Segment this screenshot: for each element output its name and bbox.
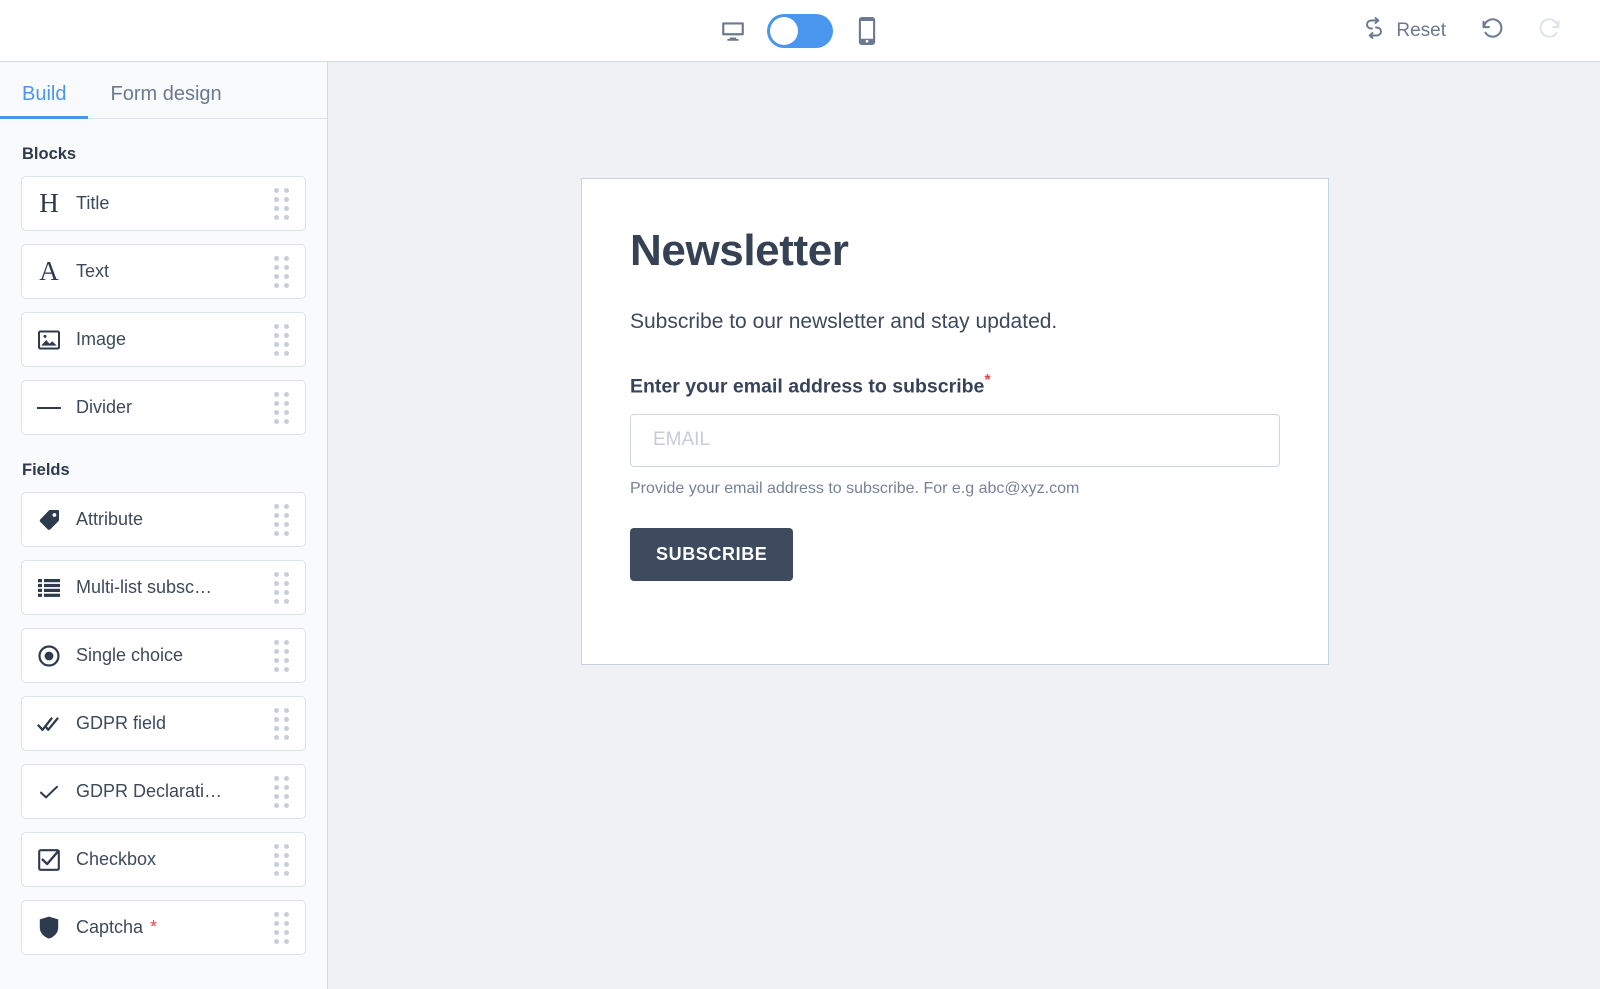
form-preview-canvas: Newsletter Subscribe to our newsletter a… <box>328 62 1600 989</box>
field-item-attribute[interactable]: Attribute <box>21 492 306 547</box>
check-icon <box>22 784 76 800</box>
email-field-label-text: Enter your email address to subscribe <box>630 375 985 398</box>
block-item-label: Text <box>76 261 110 281</box>
subscribe-button[interactable]: SUBSCRIBE <box>630 527 794 581</box>
image-picture-icon <box>22 330 76 350</box>
undo-button[interactable] <box>1470 12 1514 50</box>
email-help-text: Provide your email address to subscribe.… <box>630 479 1080 497</box>
field-item-label: Captcha <box>76 917 144 937</box>
field-item-gdpr-declaration[interactable]: GDPR Declarati… <box>21 764 306 819</box>
field-item-label: Multi-list subsc… <box>76 577 213 597</box>
field-item-captcha[interactable]: Captcha * <box>21 900 306 955</box>
drag-handle-icon[interactable] <box>274 707 289 740</box>
required-asterisk: * <box>984 372 991 389</box>
form-builder-app: Reset Build Form design Blocks H Title A… <box>0 0 1600 989</box>
field-item-label: Attribute <box>76 509 144 529</box>
field-item-multi-list-subscription[interactable]: Multi-list subsc… <box>21 560 306 615</box>
drag-handle-icon[interactable] <box>274 775 289 808</box>
radio-button-icon <box>22 644 76 667</box>
field-item-label: GDPR field <box>76 713 167 733</box>
drag-handle-icon[interactable] <box>274 391 289 424</box>
reset-label: Reset <box>1396 19 1446 41</box>
newsletter-form-card[interactable]: Newsletter Subscribe to our newsletter a… <box>581 178 1329 665</box>
block-item-text[interactable]: A Text <box>21 244 306 299</box>
builder-sidebar: Build Form design Blocks H Title A Text … <box>0 62 328 989</box>
double-check-icon <box>22 714 76 734</box>
email-field-label: Enter your email address to subscribe* <box>630 372 1280 399</box>
tab-build[interactable]: Build <box>0 83 89 119</box>
drag-handle-icon[interactable] <box>274 503 289 536</box>
tag-attribute-icon <box>22 509 76 531</box>
shield-icon <box>22 916 76 939</box>
drag-handle-icon[interactable] <box>274 323 289 356</box>
block-item-label: Title <box>76 193 110 213</box>
field-item-checkbox[interactable]: Checkbox <box>21 832 306 887</box>
redo-button[interactable] <box>1528 12 1572 50</box>
undo-arrow-icon <box>1479 15 1505 46</box>
field-item-label: GDPR Declarati… <box>76 781 223 801</box>
section-title-blocks: Blocks <box>22 145 77 163</box>
top-toolbar: Reset <box>0 0 1600 62</box>
required-asterisk: * <box>150 917 158 937</box>
sidebar-tabs: Build Form design <box>0 62 327 119</box>
desktop-monitor-icon[interactable] <box>719 17 747 45</box>
block-item-title[interactable]: H Title <box>21 176 306 231</box>
reset-button[interactable]: Reset <box>1352 10 1456 52</box>
redo-arrow-icon <box>1537 15 1563 46</box>
text-a-icon: A <box>39 256 59 286</box>
block-item-divider[interactable]: Divider <box>21 380 306 435</box>
top-toolbar-actions: Reset <box>1352 10 1572 52</box>
drag-handle-icon[interactable] <box>274 639 289 672</box>
field-item-label: Single choice <box>76 645 184 665</box>
sidebar-panel: Blocks H Title A Text Image Divider Fiel… <box>0 119 327 989</box>
field-item-single-choice[interactable]: Single choice <box>21 628 306 683</box>
checkbox-checked-icon <box>22 848 76 871</box>
drag-handle-icon[interactable] <box>274 911 289 944</box>
block-item-image[interactable]: Image <box>21 312 306 367</box>
divider-line-icon <box>22 406 76 410</box>
list-lines-icon <box>22 578 76 597</box>
heading-h-icon: H <box>39 188 59 218</box>
main-body: Build Form design Blocks H Title A Text … <box>0 62 1600 989</box>
tab-build-label: Build <box>22 83 67 105</box>
email-input[interactable] <box>630 413 1280 467</box>
block-item-label: Divider <box>76 397 133 417</box>
drag-handle-icon[interactable] <box>274 255 289 288</box>
field-item-gdpr-field[interactable]: GDPR field <box>21 696 306 751</box>
tab-form-design-label: Form design <box>110 83 222 105</box>
device-toggle-knob <box>770 16 798 45</box>
drag-handle-icon[interactable] <box>274 187 289 220</box>
newsletter-form-inner: Newsletter Subscribe to our newsletter a… <box>582 179 1328 628</box>
drag-handle-icon[interactable] <box>274 843 289 876</box>
section-title-fields: Fields <box>22 461 70 479</box>
device-toggle-switch[interactable] <box>767 13 833 48</box>
form-subtitle: Subscribe to our newsletter and stay upd… <box>630 310 1058 333</box>
field-item-label: Checkbox <box>76 849 157 869</box>
tab-form-design[interactable]: Form design <box>88 84 243 118</box>
mobile-phone-icon[interactable] <box>853 16 881 45</box>
swap-arrows-icon <box>1362 16 1386 46</box>
block-item-label: Image <box>76 329 127 349</box>
page-title: Newsletter <box>630 226 849 275</box>
drag-handle-icon[interactable] <box>274 571 289 604</box>
